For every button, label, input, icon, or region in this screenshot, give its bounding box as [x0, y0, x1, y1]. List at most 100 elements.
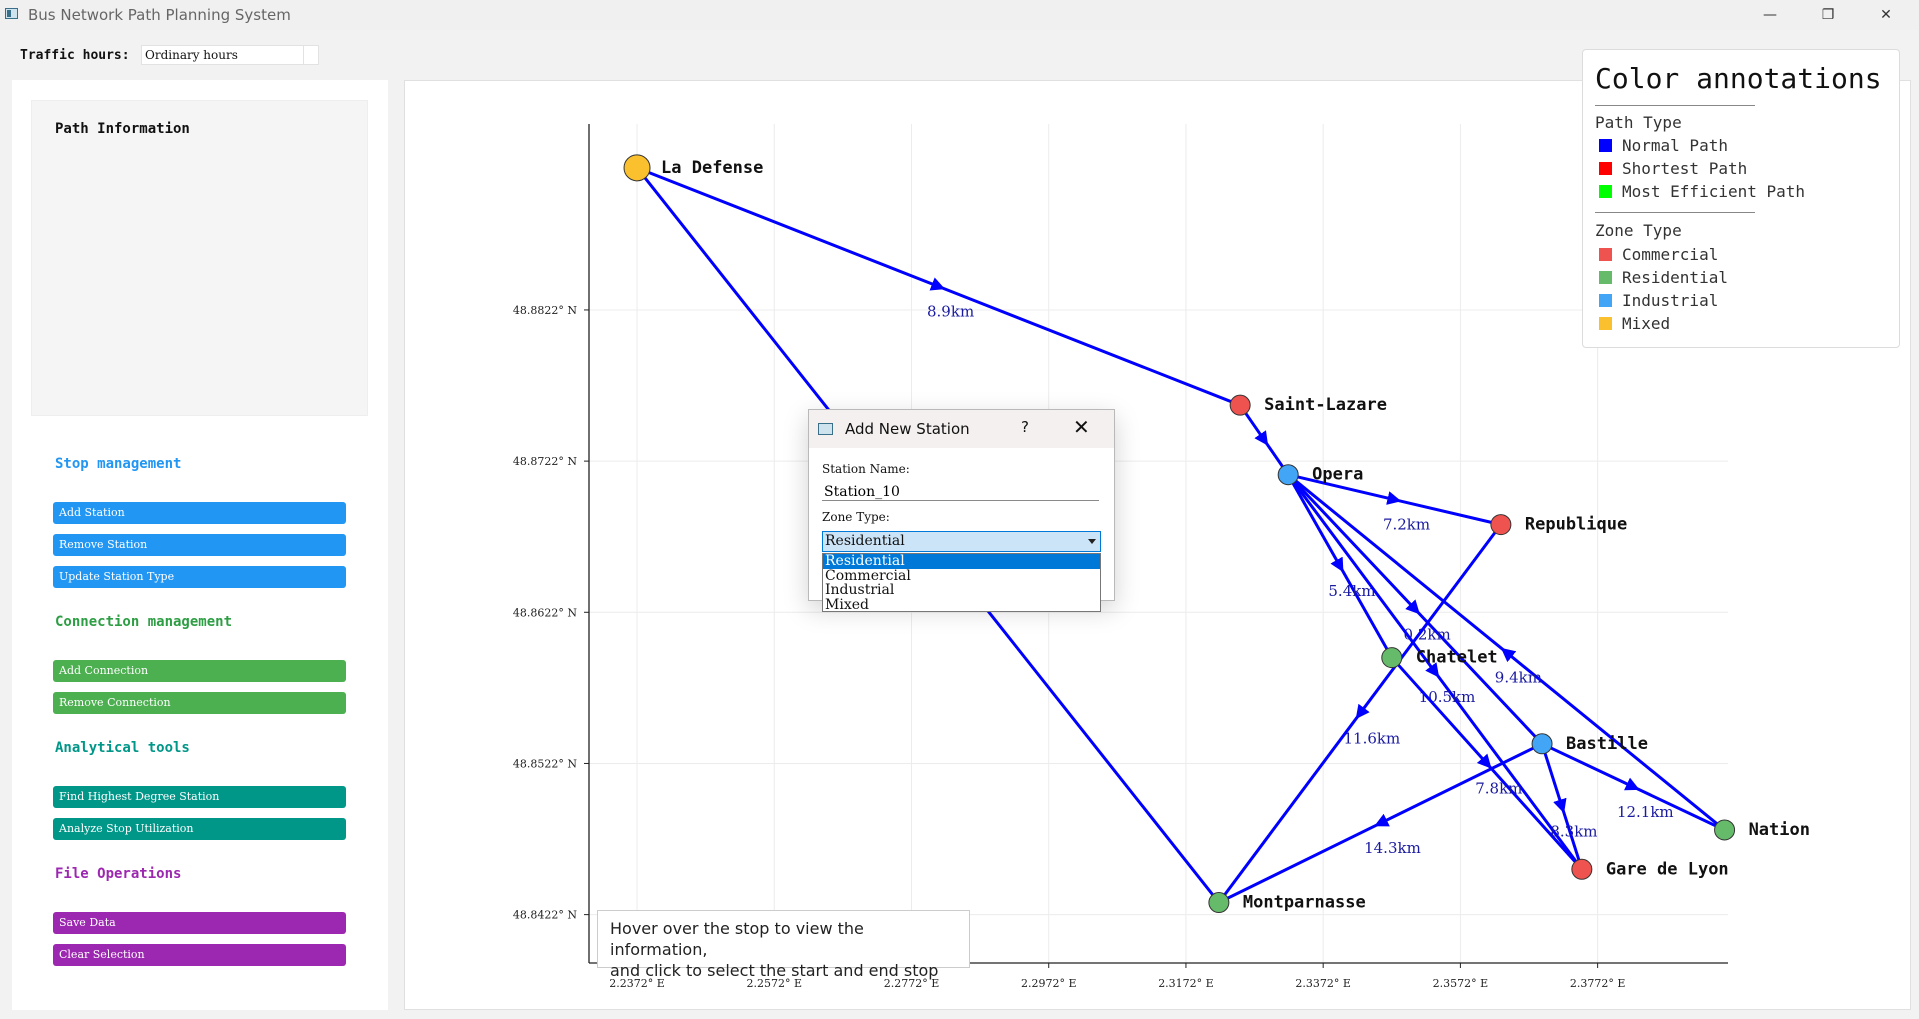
x-tick-label: 2.3172° E	[1158, 977, 1214, 990]
path-information-title: Path Information	[55, 121, 190, 137]
station-label: Republique	[1525, 515, 1627, 535]
legend-normal-path: Normal Path	[1599, 136, 1728, 156]
edge-line	[1218, 742, 1543, 904]
edge-distance-label: 7.2km	[1383, 516, 1430, 534]
x-tick-label: 2.2972° E	[1021, 977, 1077, 990]
edge-distance-label: 8.3km	[1550, 823, 1597, 841]
y-tick-label: 48.8522° N	[513, 757, 577, 770]
color-legend: Color annotations Path Type Normal Path …	[1582, 49, 1900, 348]
window-titlebar: Bus Network Path Planning System — ❐ ✕	[0, 0, 1919, 30]
shortest-path-swatch	[1599, 162, 1612, 175]
analytical-tools-title: Analytical tools	[55, 740, 190, 756]
dialog-titlebar: Add New Station ? ✕	[809, 410, 1114, 448]
station-label: Opera	[1312, 465, 1363, 485]
edge-distance-label: 11.6km	[1344, 730, 1401, 748]
edge-distance-label: 8.9km	[927, 303, 974, 321]
x-tick-label: 2.3572° E	[1433, 977, 1489, 990]
update-station-type-button[interactable]: Update Station Type	[53, 566, 346, 588]
dialog-app-icon	[818, 423, 833, 435]
zone-option-residential[interactable]: Residential	[823, 554, 1100, 569]
legend-shortest-path: Shortest Path	[1599, 159, 1747, 179]
edge-line	[1540, 743, 1584, 870]
save-data-button[interactable]: Save Data	[53, 912, 346, 934]
remove-station-button[interactable]: Remove Station	[53, 534, 346, 556]
y-tick-label: 48.8622° N	[513, 606, 577, 619]
station-node[interactable]	[623, 154, 651, 182]
edge-line	[636, 166, 1241, 407]
zone-type-label: Zone Type:	[822, 510, 890, 524]
hover-hint-line: and click to select the start and end st…	[610, 961, 939, 980]
x-tick-label: 2.3372° E	[1295, 977, 1351, 990]
station-node[interactable]	[1531, 733, 1553, 755]
analyze-utilization-button[interactable]: Analyze Stop Utilization	[53, 818, 346, 840]
close-window-button[interactable]: ✕	[1863, 0, 1909, 30]
stop-management-title: Stop management	[55, 456, 182, 472]
hover-hint-tooltip: Hover over the stop to view the informat…	[597, 910, 970, 980]
station-node[interactable]	[1229, 394, 1251, 416]
dialog-title: Add New Station	[845, 420, 970, 438]
zone-option-mixed[interactable]: Mixed	[823, 597, 1100, 613]
station-node[interactable]	[1571, 858, 1593, 880]
legend-divider	[1595, 105, 1755, 106]
maximize-button[interactable]: ❐	[1805, 0, 1851, 30]
edge-line	[1238, 404, 1290, 476]
legend-divider	[1595, 212, 1755, 213]
legend-mixed: Mixed	[1599, 314, 1670, 334]
zone-type-title: Zone Type	[1595, 221, 1682, 240]
station-label: Chatelet	[1416, 648, 1498, 668]
add-station-button[interactable]: Add Station	[53, 502, 346, 524]
commercial-swatch	[1599, 248, 1612, 261]
efficient-path-swatch	[1599, 185, 1612, 198]
y-tick-label: 48.8422° N	[513, 909, 577, 922]
station-label: Gare de Lyon	[1606, 859, 1729, 879]
legend-efficient-path: Most Efficient Path	[1599, 182, 1805, 202]
zone-option-commercial[interactable]: Commercial	[823, 568, 1100, 584]
station-name-input[interactable]	[822, 483, 1099, 501]
y-tick-label: 48.8822° N	[513, 304, 577, 317]
traffic-hours-select[interactable]: Ordinary hours	[141, 45, 319, 65]
dialog-close-icon[interactable]: ✕	[1073, 415, 1090, 439]
help-icon[interactable]: ?	[1021, 418, 1029, 436]
station-node[interactable]	[1490, 514, 1512, 536]
normal-path-swatch	[1599, 139, 1612, 152]
legend-commercial: Commercial	[1599, 245, 1718, 265]
station-node[interactable]	[1714, 819, 1736, 841]
legend-industrial: Industrial	[1599, 291, 1718, 311]
x-tick-label: 2.3772° E	[1570, 977, 1626, 990]
station-label: Montparnasse	[1243, 893, 1366, 913]
station-label: Bastille	[1566, 734, 1648, 754]
station-node[interactable]	[1381, 647, 1403, 669]
station-label: La Defense	[661, 158, 763, 178]
edge-distance-label: 7.8km	[1475, 779, 1522, 797]
path-type-title: Path Type	[1595, 113, 1682, 132]
station-label: Nation	[1749, 820, 1810, 840]
traffic-hours-value: Ordinary hours	[145, 48, 238, 62]
zone-option-industrial[interactable]: Industrial	[823, 583, 1100, 598]
zone-type-combobox[interactable]: Residential	[822, 531, 1101, 552]
file-operations-title: File Operations	[55, 866, 182, 882]
y-tick-label: 48.8722° N	[513, 455, 577, 468]
legend-title: Color annotations	[1595, 62, 1882, 95]
edge-distance-label: 12.1km	[1617, 803, 1674, 821]
minimize-button[interactable]: —	[1747, 0, 1793, 30]
station-label: Saint-Lazare	[1264, 395, 1387, 415]
legend-residential: Residential	[1599, 268, 1728, 288]
chevron-down-icon	[1088, 539, 1096, 544]
zone-type-dropdown-list: Residential Commercial Industrial Mixed	[822, 553, 1101, 612]
path-information-box: Path Information	[31, 100, 368, 416]
add-connection-button[interactable]: Add Connection	[53, 660, 346, 682]
residential-swatch	[1599, 271, 1612, 284]
station-name-label: Station Name:	[822, 462, 910, 476]
chevron-down-icon	[303, 46, 318, 64]
mixed-swatch	[1599, 317, 1612, 330]
edge-distance-label: 14.3km	[1364, 839, 1421, 857]
station-node[interactable]	[1208, 892, 1230, 914]
remove-connection-button[interactable]: Remove Connection	[53, 692, 346, 714]
edge-distance-label: 9.4km	[1495, 668, 1542, 686]
hover-hint-line: Hover over the stop to view the informat…	[610, 919, 864, 959]
station-node[interactable]	[1277, 464, 1299, 486]
industrial-swatch	[1599, 294, 1612, 307]
find-highest-degree-button[interactable]: Find Highest Degree Station	[53, 786, 346, 808]
clear-selection-button[interactable]: Clear Selection	[53, 944, 346, 966]
traffic-hours-label: Traffic hours:	[20, 48, 130, 63]
